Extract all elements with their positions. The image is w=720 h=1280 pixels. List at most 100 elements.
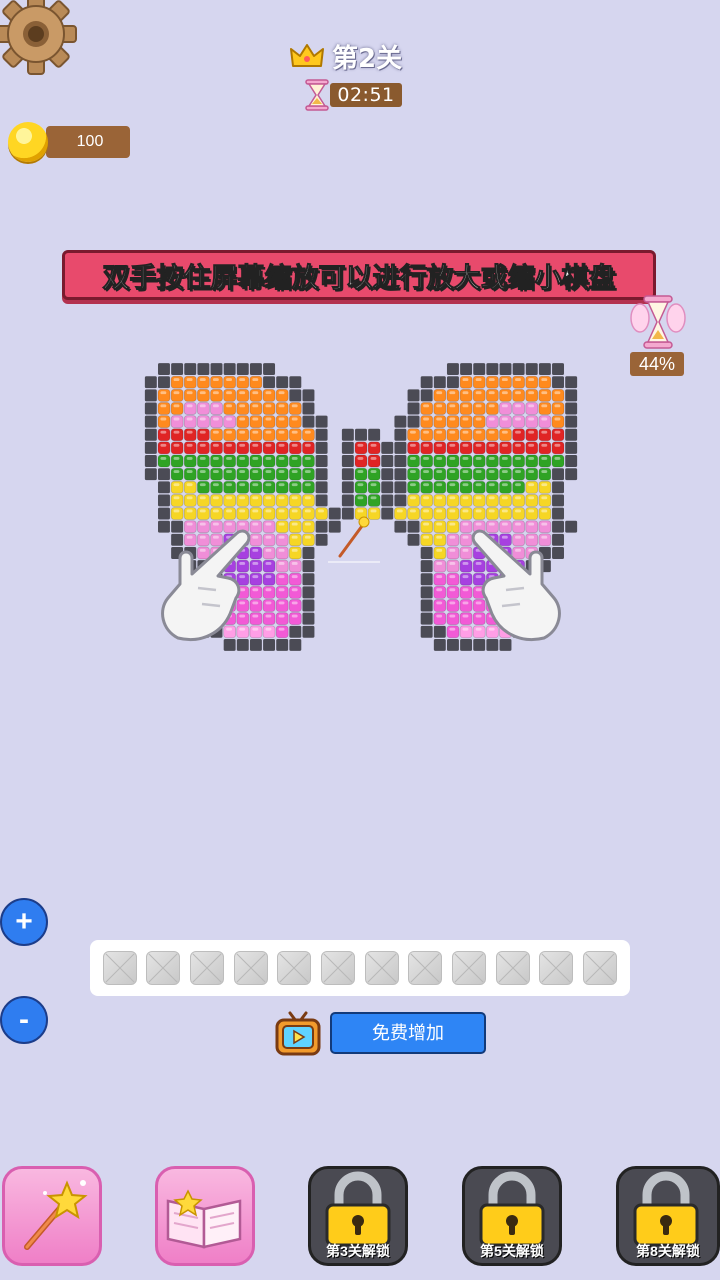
- board-tile[interactable]: [183, 494, 197, 507]
- board-tile[interactable]: [210, 507, 223, 520]
- board-tile[interactable]: [459, 375, 473, 389]
- board-tile[interactable]: [197, 546, 210, 560]
- board-tile[interactable]: [170, 507, 184, 520]
- board-tile[interactable]: [499, 533, 512, 547]
- board-tile[interactable]: [170, 428, 184, 442]
- board-tile[interactable]: [170, 415, 184, 428]
- board-tile[interactable]: [394, 507, 407, 520]
- board-tile[interactable]: [472, 467, 486, 481]
- board-tile[interactable]: [538, 428, 552, 442]
- board-tile[interactable]: [275, 388, 289, 402]
- board-tile[interactable]: [446, 507, 460, 520]
- board-tile[interactable]: [472, 441, 486, 455]
- board-tile[interactable]: [433, 415, 447, 428]
- board-tile[interactable]: [433, 520, 447, 534]
- board-tile[interactable]: [499, 375, 512, 389]
- board-tile[interactable]: [249, 546, 263, 560]
- board-tile[interactable]: [485, 467, 499, 481]
- board-tile[interactable]: [459, 388, 473, 402]
- board-tile[interactable]: [499, 507, 512, 520]
- board-tile[interactable]: [223, 520, 237, 534]
- board-tile[interactable]: [249, 559, 263, 573]
- board-tile[interactable]: [407, 494, 420, 507]
- board-tile[interactable]: [288, 572, 302, 586]
- board-tile[interactable]: [433, 441, 447, 455]
- board-tile[interactable]: [485, 494, 499, 507]
- board-tile[interactable]: [262, 428, 276, 442]
- board-tile[interactable]: [433, 388, 447, 402]
- board-tile[interactable]: [512, 388, 525, 402]
- board-tile[interactable]: [525, 454, 539, 468]
- zoom-out-button[interactable]: -: [0, 996, 48, 1044]
- board-tile[interactable]: [446, 415, 460, 428]
- board-tile[interactable]: [197, 375, 210, 389]
- tool-locked-level-3[interactable]: 第3关解锁: [308, 1166, 408, 1266]
- board-tile[interactable]: [485, 441, 499, 455]
- board-tile[interactable]: [472, 494, 486, 507]
- board-tile[interactable]: [170, 375, 184, 389]
- board-tile[interactable]: [472, 599, 486, 612]
- board-tile[interactable]: [249, 586, 263, 599]
- board-tile[interactable]: [183, 507, 197, 520]
- board-tile[interactable]: [472, 480, 486, 494]
- board-tile[interactable]: [472, 415, 486, 428]
- board-tile[interactable]: [288, 480, 302, 494]
- board-tile[interactable]: [512, 375, 525, 389]
- board-tile[interactable]: [459, 546, 473, 560]
- board-tile[interactable]: [302, 507, 315, 520]
- board-tile[interactable]: [538, 467, 552, 481]
- board-tile[interactable]: [499, 480, 512, 494]
- board-tile[interactable]: [288, 559, 302, 573]
- board-tile[interactable]: [275, 586, 289, 599]
- board-tile[interactable]: [223, 467, 237, 481]
- board-tile[interactable]: [197, 428, 210, 442]
- board-tile[interactable]: [459, 533, 473, 547]
- board-tile[interactable]: [472, 402, 486, 415]
- board-tile[interactable]: [183, 402, 197, 415]
- board-tile[interactable]: [551, 428, 565, 442]
- board-tile[interactable]: [275, 428, 289, 442]
- board-tile[interactable]: [472, 375, 486, 389]
- board-tile[interactable]: [302, 428, 315, 442]
- zoom-in-button[interactable]: +: [0, 898, 48, 946]
- board-tile[interactable]: [538, 480, 552, 494]
- board-tile[interactable]: [262, 494, 276, 507]
- board-tile[interactable]: [262, 586, 276, 599]
- board-tile[interactable]: [288, 428, 302, 442]
- board-tile[interactable]: [223, 388, 237, 402]
- board-tile[interactable]: [512, 428, 525, 442]
- board-tile[interactable]: [433, 572, 447, 586]
- board-tile[interactable]: [485, 454, 499, 468]
- board-tile[interactable]: [210, 428, 223, 442]
- board-tile[interactable]: [420, 520, 434, 534]
- board-tile[interactable]: [262, 441, 276, 455]
- board-tile[interactable]: [472, 612, 486, 626]
- board-tile[interactable]: [236, 480, 250, 494]
- board-tile[interactable]: [223, 625, 237, 639]
- board-tile[interactable]: [446, 599, 460, 612]
- board-tile[interactable]: [512, 415, 525, 428]
- board-tile[interactable]: [538, 494, 552, 507]
- board-tile[interactable]: [249, 507, 263, 520]
- board-tile[interactable]: [512, 441, 525, 455]
- board-tile[interactable]: [433, 428, 447, 442]
- board-tile[interactable]: [302, 441, 315, 455]
- board-tile[interactable]: [170, 454, 184, 468]
- board-tile[interactable]: [302, 533, 315, 547]
- board-tile[interactable]: [446, 546, 460, 560]
- board-tile[interactable]: [262, 625, 276, 639]
- board-tile[interactable]: [367, 467, 381, 481]
- board-tile[interactable]: [288, 520, 302, 534]
- board-tile[interactable]: [407, 441, 420, 455]
- board-tile[interactable]: [446, 428, 460, 442]
- board-tile[interactable]: [433, 599, 447, 612]
- board-tile[interactable]: [433, 454, 447, 468]
- board-tile[interactable]: [275, 402, 289, 415]
- board-tile[interactable]: [210, 415, 223, 428]
- board-tile[interactable]: [485, 388, 499, 402]
- board-tile[interactable]: [472, 507, 486, 520]
- board-tile[interactable]: [236, 572, 250, 586]
- board-tile[interactable]: [249, 572, 263, 586]
- board-tile[interactable]: [499, 467, 512, 481]
- board-tile[interactable]: [288, 441, 302, 455]
